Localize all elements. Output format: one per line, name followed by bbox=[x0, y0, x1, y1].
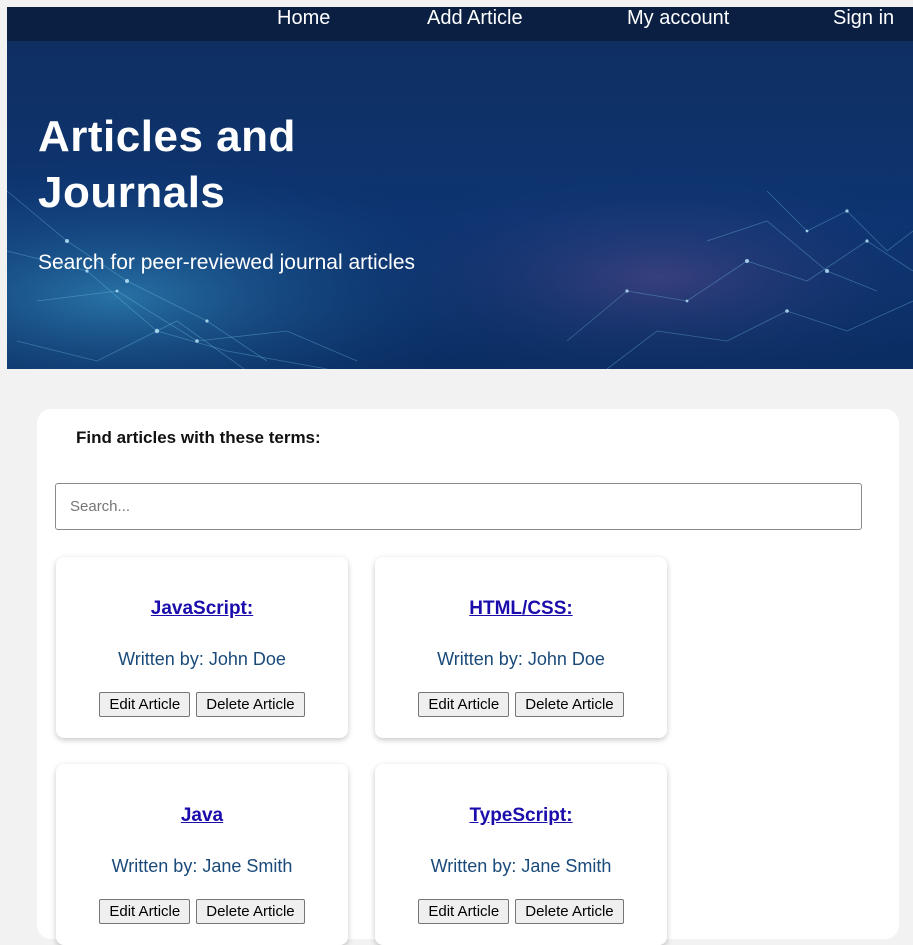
page-subtitle: Search for peer-reviewed journal article… bbox=[38, 251, 416, 274]
article-card: Java Written by: Jane Smith Edit Article… bbox=[56, 764, 348, 945]
edit-article-button[interactable]: Edit Article bbox=[99, 899, 191, 924]
nav-add-article-link[interactable]: Add Article bbox=[427, 7, 523, 29]
search-panel: Find articles with these terms: JavaScri… bbox=[37, 409, 899, 945]
delete-article-button[interactable]: Delete Article bbox=[515, 692, 624, 717]
article-author: Written by: Jane Smith bbox=[430, 856, 612, 876]
article-card: HTML/CSS: Written by: John Doe Edit Arti… bbox=[375, 557, 667, 738]
hero-banner: Articles and Journals Search for peer-re… bbox=[7, 41, 913, 369]
article-author: Written by: Jane Smith bbox=[111, 856, 293, 876]
article-author: Written by: John Doe bbox=[437, 649, 605, 669]
article-card: TypeScript: Written by: Jane Smith Edit … bbox=[375, 764, 667, 945]
article-card: JavaScript: Written by: John Doe Edit Ar… bbox=[56, 557, 348, 738]
nav-my-account-link[interactable]: My account bbox=[627, 7, 729, 29]
top-nav: Home Add Article My account Sign in bbox=[7, 7, 913, 41]
article-title-link[interactable]: TypeScript: bbox=[375, 805, 667, 827]
article-title-link[interactable]: HTML/CSS: bbox=[375, 598, 667, 620]
article-title-link[interactable]: JavaScript: bbox=[56, 598, 348, 620]
edit-article-button[interactable]: Edit Article bbox=[418, 692, 510, 717]
search-label: Find articles with these terms: bbox=[76, 428, 321, 447]
delete-article-button[interactable]: Delete Article bbox=[196, 692, 305, 717]
nav-home-link[interactable]: Home bbox=[277, 7, 330, 29]
article-author: Written by: John Doe bbox=[118, 649, 286, 669]
article-title-link[interactable]: Java bbox=[56, 805, 348, 827]
page-title: Articles and Journals bbox=[38, 112, 296, 217]
nav-sign-in-link[interactable]: Sign in bbox=[833, 7, 894, 29]
edit-article-button[interactable]: Edit Article bbox=[418, 899, 510, 924]
search-input[interactable] bbox=[55, 483, 862, 530]
delete-article-button[interactable]: Delete Article bbox=[196, 899, 305, 924]
edit-article-button[interactable]: Edit Article bbox=[99, 692, 191, 717]
delete-article-button[interactable]: Delete Article bbox=[515, 899, 624, 924]
